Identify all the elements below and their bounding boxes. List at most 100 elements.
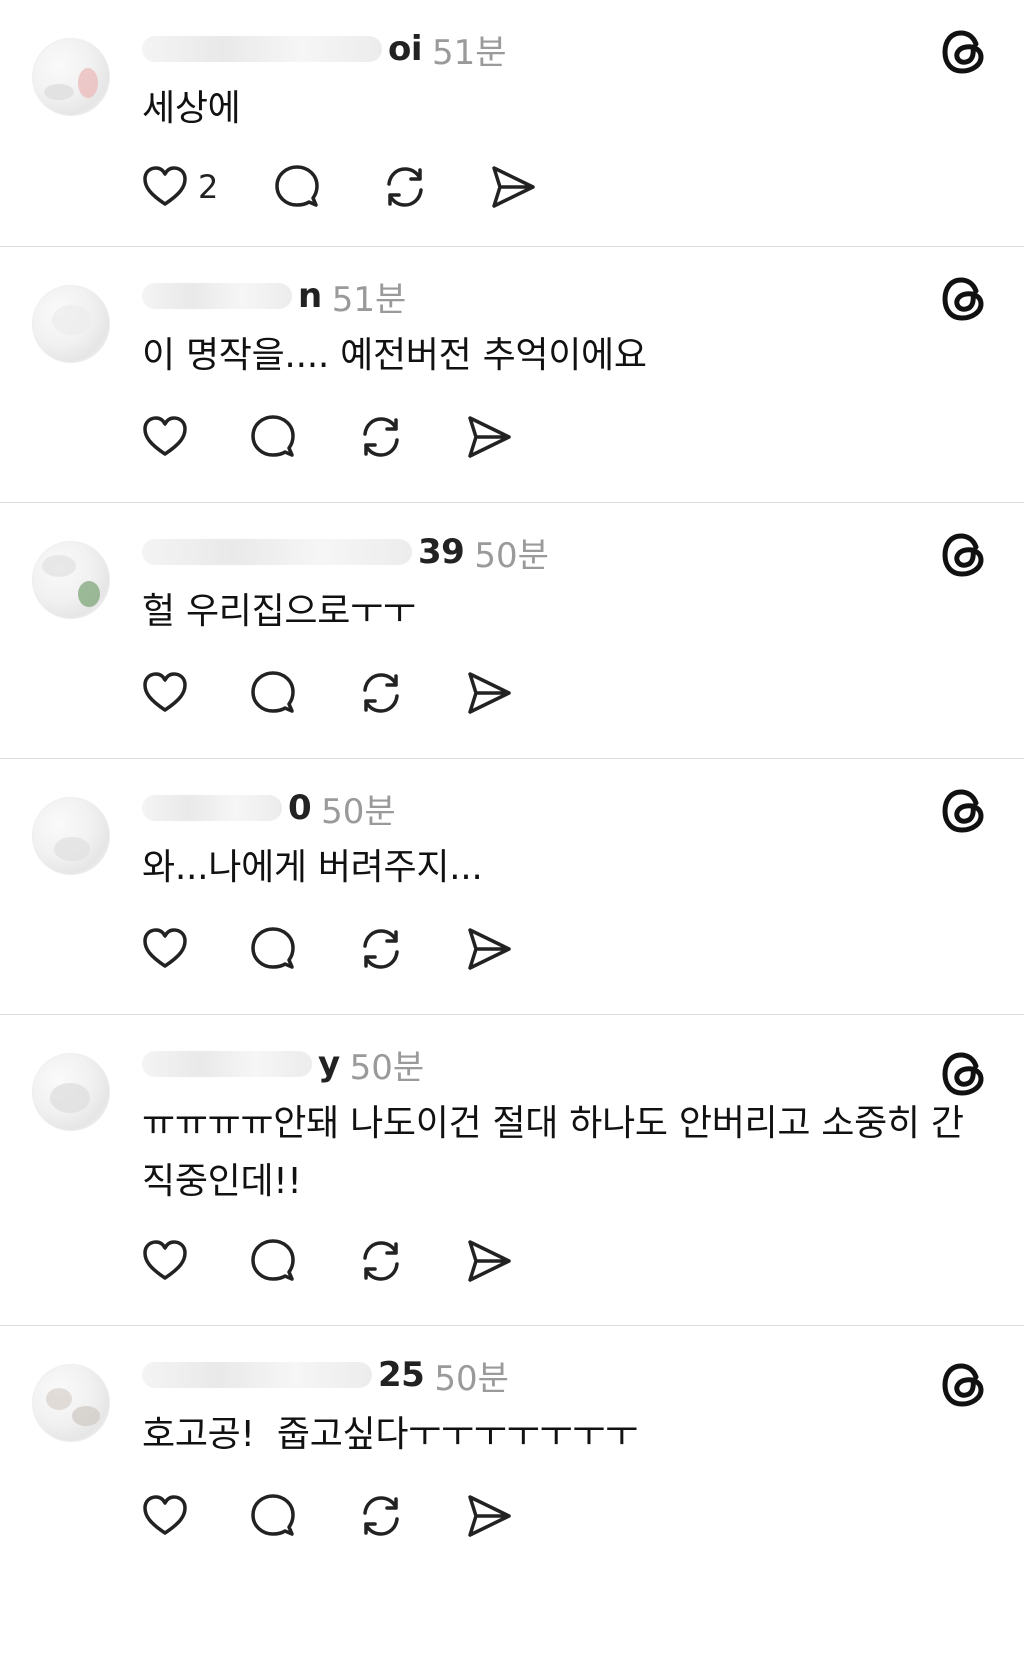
reply-post: 0 50분 와...나에게 버려주지...	[0, 759, 1024, 1015]
heart-icon	[143, 1240, 187, 1280]
action-bar	[140, 411, 514, 463]
username[interactable]: y	[318, 1044, 340, 1084]
like-button[interactable]	[140, 1235, 190, 1287]
repost-icon	[387, 167, 424, 207]
threads-logo-icon[interactable]	[940, 274, 990, 324]
avatar[interactable]	[32, 797, 110, 875]
avatar[interactable]	[32, 1364, 110, 1442]
avatar[interactable]	[32, 285, 110, 363]
post-header: n 51분	[142, 274, 407, 320]
like-button[interactable]	[140, 1490, 190, 1542]
send-icon	[468, 1240, 511, 1282]
username[interactable]: 25	[378, 1355, 425, 1395]
reply-post: 25 50분 호고공! 줍고싶다ㅜㅜㅜㅜㅜㅜㅜ	[0, 1326, 1024, 1664]
reply-button[interactable]	[248, 923, 298, 975]
post-header: 0 50분	[142, 786, 396, 832]
threads-logo-icon[interactable]	[940, 1049, 990, 1099]
share-button[interactable]	[464, 1235, 514, 1287]
avatar[interactable]	[32, 1053, 110, 1131]
reply-post: n 51분 이 명작을.... 예전버전 추억이에요	[0, 247, 1024, 503]
send-icon	[492, 166, 536, 208]
heart-icon	[143, 928, 187, 968]
reply-post: oi 51분 세상에 2	[0, 0, 1024, 247]
post-time: 50분	[321, 791, 396, 832]
username[interactable]: n	[298, 276, 322, 316]
action-bar	[140, 1235, 514, 1287]
reply-button[interactable]	[248, 411, 298, 463]
heart-icon	[143, 1495, 187, 1535]
share-button[interactable]	[464, 667, 514, 719]
send-icon	[468, 1495, 511, 1537]
heart-icon	[143, 416, 187, 456]
threads-logo-icon[interactable]	[940, 27, 990, 77]
post-time: 51분	[331, 279, 407, 320]
post-header: 39 50분	[142, 530, 549, 576]
like-button[interactable]: 2	[140, 161, 218, 213]
post-time: 50분	[434, 1358, 509, 1399]
comment-bubble-icon	[251, 415, 295, 457]
repost-button[interactable]	[356, 667, 406, 719]
action-bar	[140, 667, 514, 719]
avatar[interactable]	[32, 541, 110, 619]
post-text: ㅠㅠㅠㅠ안돼 나도이건 절대 하나도 안버리고 소중히 간직중인데!!	[142, 1103, 964, 1202]
threads-logo-icon[interactable]	[940, 786, 990, 836]
comment-bubble-icon	[251, 1239, 295, 1281]
reply-button[interactable]	[272, 161, 322, 213]
threads-reply-feed: oi 51분 세상에 2 n 51분 이 명작을.... 예전버전 추억이에요 …	[0, 0, 1024, 1665]
blurred-username	[142, 1362, 372, 1388]
like-button[interactable]	[140, 411, 190, 463]
reply-button[interactable]	[248, 1490, 298, 1542]
avatar[interactable]	[32, 38, 110, 116]
repost-icon	[363, 673, 399, 713]
like-button[interactable]	[140, 923, 190, 975]
reply-post: 39 50분 헐 우리집으로ㅜㅜ	[0, 503, 1024, 759]
blurred-username	[142, 283, 292, 309]
username[interactable]: 39	[418, 532, 465, 572]
post-time: 50분	[474, 535, 549, 576]
username[interactable]: oi	[388, 29, 423, 69]
comment-bubble-icon	[275, 165, 320, 207]
action-bar: 2	[140, 161, 538, 213]
repost-button[interactable]	[380, 161, 430, 213]
share-button[interactable]	[464, 923, 514, 975]
send-icon	[468, 672, 511, 714]
blurred-username	[142, 795, 282, 821]
repost-icon	[363, 417, 399, 457]
comment-bubble-icon	[251, 927, 295, 969]
like-button[interactable]	[140, 667, 190, 719]
share-button[interactable]	[488, 161, 538, 213]
reply-post: y 50분 ㅠㅠㅠㅠ안돼 나도이건 절대 하나도 안버리고 소중히 간직중인데!…	[0, 1015, 1024, 1326]
heart-icon	[143, 166, 187, 206]
send-icon	[468, 416, 511, 458]
blurred-username	[142, 36, 382, 62]
comment-bubble-icon	[251, 1494, 295, 1536]
comment-bubble-icon	[251, 671, 295, 713]
post-text: 와...나에게 버려주지...	[142, 847, 483, 888]
send-icon	[468, 928, 511, 970]
post-header: y 50분	[142, 1042, 425, 1088]
repost-button[interactable]	[356, 411, 406, 463]
threads-logo-icon[interactable]	[940, 530, 990, 580]
action-bar	[140, 923, 514, 975]
repost-icon	[363, 1496, 399, 1536]
share-button[interactable]	[464, 1490, 514, 1542]
blurred-username	[142, 1051, 312, 1077]
username[interactable]: 0	[288, 788, 312, 828]
action-bar	[140, 1490, 514, 1542]
share-button[interactable]	[464, 411, 514, 463]
repost-icon	[363, 929, 399, 969]
post-header: 25 50분	[142, 1353, 509, 1399]
heart-icon	[143, 672, 187, 712]
reply-button[interactable]	[248, 1235, 298, 1287]
threads-logo-icon[interactable]	[940, 1360, 990, 1410]
post-time: 51분	[432, 32, 507, 73]
reply-button[interactable]	[248, 667, 298, 719]
repost-icon	[363, 1241, 399, 1281]
post-header: oi 51분	[142, 27, 507, 73]
post-time: 50분	[349, 1047, 425, 1088]
repost-button[interactable]	[356, 1490, 406, 1542]
post-text: 호고공! 줍고싶다ㅜㅜㅜㅜㅜㅜㅜ	[142, 1414, 638, 1455]
repost-button[interactable]	[356, 1235, 406, 1287]
post-text: 헐 우리집으로ㅜㅜ	[142, 591, 416, 632]
repost-button[interactable]	[356, 923, 406, 975]
